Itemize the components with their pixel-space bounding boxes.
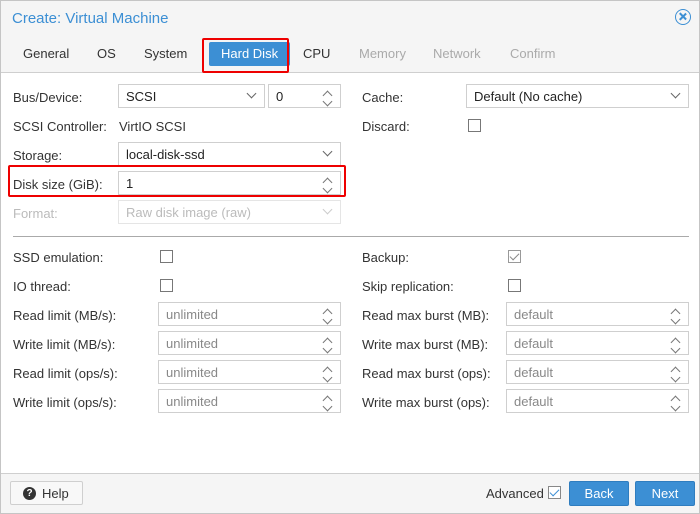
tab-bar: General OS System Hard Disk CPU Memory N… <box>1 35 699 73</box>
spinner-icon[interactable] <box>670 336 682 354</box>
read-burst-ops-input[interactable]: default <box>506 360 689 384</box>
cache-value: Default (No cache) <box>474 89 583 104</box>
scsi-controller-label: SCSI Controller: <box>13 119 107 134</box>
scsi-controller-value: VirtIO SCSI <box>119 119 186 134</box>
bus-value: SCSI <box>126 89 157 104</box>
tab-memory: Memory <box>359 46 406 61</box>
read-burst-mb-input[interactable]: default <box>506 302 689 326</box>
chevron-down-icon[interactable] <box>246 88 258 103</box>
help-button[interactable]: ? Help <box>10 481 83 505</box>
device-number-input[interactable]: 0 <box>268 84 341 108</box>
backup-checkbox[interactable] <box>508 250 521 263</box>
spinner-icon[interactable] <box>670 307 682 325</box>
chevron-down-icon <box>322 204 334 219</box>
tab-network: Network <box>433 46 481 61</box>
write-burst-mb-label: Write max burst (MB): <box>362 337 489 352</box>
write-limit-ops-placeholder: unlimited <box>166 394 219 409</box>
read-limit-mb-placeholder: unlimited <box>166 307 219 322</box>
format-label: Format: <box>13 206 58 221</box>
write-burst-ops-placeholder: default <box>514 394 554 409</box>
tab-confirm: Confirm <box>510 46 556 61</box>
storage-value: local-disk-ssd <box>126 147 205 162</box>
advanced-divider <box>13 236 689 237</box>
highlight-box-tab <box>202 38 289 73</box>
read-burst-mb-label: Read max burst (MB): <box>362 308 490 323</box>
write-burst-mb-input[interactable]: default <box>506 331 689 355</box>
storage-select[interactable]: local-disk-ssd <box>118 142 341 166</box>
spinner-icon[interactable] <box>322 89 334 107</box>
discard-label: Discard: <box>362 119 410 134</box>
write-burst-ops-input[interactable]: default <box>506 389 689 413</box>
write-limit-ops-label: Write limit (ops/s): <box>13 395 117 410</box>
hard-disk-panel: Bus/Device: SCSI 0 SCSI Controller: Virt… <box>1 73 699 473</box>
dialog-footer: ? Help Advanced Back Next <box>1 473 699 513</box>
io-thread-label: IO thread: <box>13 279 71 294</box>
advanced-label: Advanced <box>486 486 544 501</box>
tab-system[interactable]: System <box>134 42 197 66</box>
bus-device-label: Bus/Device: <box>13 90 83 105</box>
cache-select[interactable]: Default (No cache) <box>466 84 689 108</box>
storage-label: Storage: <box>13 148 63 163</box>
read-limit-mb-input[interactable]: unlimited <box>158 302 341 326</box>
ssd-emulation-label: SSD emulation: <box>13 250 104 265</box>
tab-os[interactable]: OS <box>87 42 126 66</box>
spinner-icon[interactable] <box>322 365 334 383</box>
tab-general[interactable]: General <box>13 42 79 66</box>
io-thread-checkbox[interactable] <box>160 279 173 292</box>
back-button[interactable]: Back <box>569 481 629 506</box>
window-title: Create: Virtual Machine <box>12 10 169 27</box>
help-icon: ? <box>23 487 36 500</box>
device-value: 0 <box>276 89 284 104</box>
read-burst-ops-placeholder: default <box>514 365 554 380</box>
titlebar: Create: Virtual Machine <box>1 1 699 35</box>
cache-label: Cache: <box>362 90 404 105</box>
close-icon[interactable] <box>675 9 691 25</box>
advanced-checkbox[interactable] <box>548 486 561 499</box>
ssd-emulation-checkbox[interactable] <box>160 250 173 263</box>
write-burst-ops-label: Write max burst (ops): <box>362 395 490 410</box>
tab-cpu[interactable]: CPU <box>293 42 340 66</box>
backup-label: Backup: <box>362 250 409 265</box>
chevron-down-icon[interactable] <box>322 146 334 161</box>
skip-replication-label: Skip replication: <box>362 279 454 294</box>
write-limit-mb-label: Write limit (MB/s): <box>13 337 116 352</box>
spinner-icon[interactable] <box>670 365 682 383</box>
help-label: Help <box>42 486 69 501</box>
chevron-down-icon[interactable] <box>670 88 682 103</box>
read-burst-ops-label: Read max burst (ops): <box>362 366 491 381</box>
write-limit-ops-input[interactable]: unlimited <box>158 389 341 413</box>
read-burst-mb-placeholder: default <box>514 307 554 322</box>
read-limit-mb-label: Read limit (MB/s): <box>13 308 117 323</box>
skip-replication-checkbox[interactable] <box>508 279 521 292</box>
read-limit-ops-placeholder: unlimited <box>166 365 219 380</box>
discard-checkbox[interactable] <box>468 119 481 132</box>
read-limit-ops-input[interactable]: unlimited <box>158 360 341 384</box>
highlight-box-disk-size <box>8 165 346 197</box>
dialog-window: Create: Virtual Machine General OS Syste… <box>0 0 700 514</box>
read-limit-ops-label: Read limit (ops/s): <box>13 366 118 381</box>
spinner-icon[interactable] <box>322 336 334 354</box>
spinner-icon[interactable] <box>322 307 334 325</box>
write-limit-mb-input[interactable]: unlimited <box>158 331 341 355</box>
bus-select[interactable]: SCSI <box>118 84 265 108</box>
spinner-icon[interactable] <box>322 394 334 412</box>
write-burst-mb-placeholder: default <box>514 336 554 351</box>
write-limit-mb-placeholder: unlimited <box>166 336 219 351</box>
next-button[interactable]: Next <box>635 481 695 506</box>
spinner-icon[interactable] <box>670 394 682 412</box>
format-value: Raw disk image (raw) <box>126 205 251 220</box>
format-select: Raw disk image (raw) <box>118 200 341 224</box>
